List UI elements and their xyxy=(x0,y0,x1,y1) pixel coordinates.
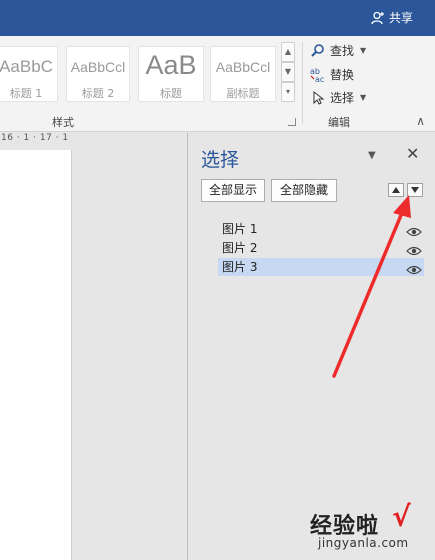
style-sample: AaB xyxy=(145,50,197,80)
watermark-url: jingyanla.com xyxy=(318,536,409,550)
share-label: 共享 xyxy=(388,11,413,25)
dialog-launcher-icon[interactable] xyxy=(288,118,296,126)
style-subtitle[interactable]: AaBbCcl 副标题 xyxy=(210,46,276,102)
style-sample: AaBbC xyxy=(0,57,53,76)
ribbon: AaBbC 标题 1 AaBbCcl 标题 2 AaB 标题 AaBbCcl 副… xyxy=(0,36,435,132)
style-sample: AaBbCcl xyxy=(215,59,271,75)
pane-options-icon[interactable]: ▼ xyxy=(368,150,376,161)
list-item[interactable]: 图片 3 xyxy=(218,258,424,276)
gallery-up-icon[interactable]: ▲ xyxy=(281,42,295,62)
style-sample: AaBbCcl xyxy=(70,59,126,75)
document-page[interactable] xyxy=(0,150,72,560)
svg-text:ac: ac xyxy=(315,75,324,83)
user-plus-icon xyxy=(371,11,385,25)
list-item-label: 图片 3 xyxy=(222,260,258,274)
replace-button[interactable]: ab ac 替换 xyxy=(310,66,355,84)
selection-pane: 选择 ▼ ✕ 全部显示 全部隐藏 图片 1 图片 2 图片 3 xyxy=(187,133,435,560)
style-name: 标题 xyxy=(160,87,182,100)
gallery-more-icon[interactable]: ▾ xyxy=(281,82,295,102)
list-item-label: 图片 2 xyxy=(222,241,258,255)
select-button[interactable]: 选择 ▼ xyxy=(310,89,366,106)
list-item[interactable]: 图片 1 xyxy=(218,220,424,238)
editing-group-label: 编辑 xyxy=(328,116,350,129)
ruler: 16 · 1 · 17 · 1 xyxy=(1,133,69,143)
gallery-down-icon[interactable]: ▼ xyxy=(281,62,295,82)
eye-icon[interactable] xyxy=(406,262,422,280)
styles-gallery: AaBbC 标题 1 AaBbCcl 标题 2 AaB 标题 AaBbCcl 副… xyxy=(0,42,280,104)
watermark-check: √ xyxy=(392,500,411,533)
pane-title: 选择 xyxy=(201,149,240,171)
share-button[interactable]: 共享 xyxy=(371,9,413,26)
title-bar: 共享 xyxy=(0,0,435,36)
style-name: 副标题 xyxy=(226,87,260,100)
style-name: 标题 2 xyxy=(81,87,115,100)
chevron-down-icon: ▼ xyxy=(360,93,367,102)
triangle-down-icon xyxy=(411,187,419,193)
group-divider xyxy=(302,42,303,124)
replace-icon: ab ac xyxy=(310,67,326,84)
send-backward-button[interactable] xyxy=(407,183,423,197)
style-name: 标题 1 xyxy=(9,87,43,100)
cursor-icon xyxy=(310,90,326,106)
gallery-scroll: ▲ ▼ ▾ xyxy=(281,42,295,102)
chevron-down-icon: ▼ xyxy=(360,46,367,55)
style-heading-1[interactable]: AaBbC 标题 1 xyxy=(0,46,58,102)
show-all-button[interactable]: 全部显示 xyxy=(201,179,265,202)
search-icon xyxy=(310,43,326,59)
collapse-ribbon-icon[interactable]: ∧ xyxy=(416,114,425,128)
find-label: 查找 xyxy=(330,44,355,58)
select-label: 选择 xyxy=(330,91,355,105)
styles-group-label: 样式 xyxy=(52,116,74,129)
hide-all-button[interactable]: 全部隐藏 xyxy=(271,179,337,202)
find-button[interactable]: 查找 ▼ xyxy=(310,42,366,59)
list-item-label: 图片 1 xyxy=(222,222,258,236)
bring-forward-button[interactable] xyxy=(388,183,404,197)
triangle-up-icon xyxy=(392,187,400,193)
list-item[interactable]: 图片 2 xyxy=(218,239,424,257)
replace-label: 替换 xyxy=(330,68,355,82)
style-heading-2[interactable]: AaBbCcl 标题 2 xyxy=(66,46,130,102)
close-icon[interactable]: ✕ xyxy=(406,144,419,163)
style-title[interactable]: AaB 标题 xyxy=(138,46,204,102)
